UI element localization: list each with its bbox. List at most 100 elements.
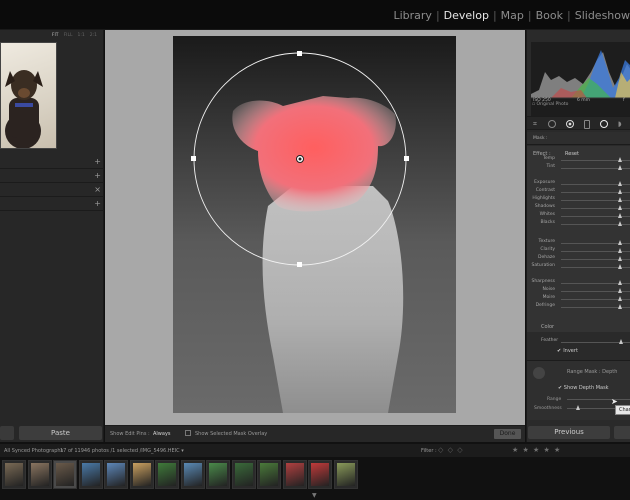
module-library[interactable]: Library <box>389 9 435 22</box>
slider-whites[interactable]: Whites <box>527 212 630 220</box>
filmstrip-thumbnail[interactable] <box>129 460 154 489</box>
slider-exposure[interactable]: Exposure <box>527 180 630 188</box>
slider-thumb[interactable] <box>618 213 622 218</box>
slider-thumb[interactable] <box>618 189 622 194</box>
zoom-2-1-tab[interactable]: 2:1 <box>90 33 97 38</box>
filmstrip-thumbnail[interactable] <box>231 460 256 489</box>
filmstrip-thumbnail[interactable] <box>282 460 307 489</box>
panel-row[interactable]: × <box>0 184 104 197</box>
panel-row[interactable]: + <box>0 170 104 183</box>
filmstrip-source[interactable]: All Synced Photographs <box>4 448 63 454</box>
slider-dehaze[interactable]: Dehaze <box>527 255 630 263</box>
add-icon[interactable]: + <box>94 199 101 208</box>
filmstrip-thumbnail[interactable] <box>257 460 281 489</box>
filmstrip-count[interactable]: 17 of 11946 photos /1 selected /IMG_5496… <box>60 448 184 454</box>
slider-tint[interactable]: Tint <box>527 164 630 172</box>
close-icon[interactable]: × <box>94 185 101 194</box>
filmstrip-collapse-icon[interactable]: ▼ <box>312 492 317 499</box>
module-book[interactable]: Book <box>532 9 567 22</box>
zoom-fill-tab[interactable]: FILL <box>64 33 73 38</box>
filmstrip-thumbnail[interactable] <box>27 460 52 489</box>
paste-button[interactable]: Paste <box>19 426 102 440</box>
smoothness-slider-thumb[interactable] <box>576 405 580 410</box>
module-map[interactable]: Map <box>497 9 528 22</box>
feather-slider-thumb[interactable] <box>619 339 623 344</box>
reset-button[interactable] <box>614 426 630 439</box>
slider-label: Contrast <box>535 188 555 193</box>
graduated-filter-icon[interactable] <box>584 120 590 129</box>
slider-thumb[interactable] <box>618 205 622 210</box>
star-filter-icons[interactable]: ★ ★ ★ ★ ★ <box>512 446 561 454</box>
checkmark-icon: ✔ <box>558 385 563 391</box>
filmstrip-thumbnail[interactable] <box>180 460 205 489</box>
radial-filter-icon[interactable] <box>600 120 608 128</box>
filmstrip-thumbnail[interactable] <box>53 460 77 489</box>
slider-label: Sharpness <box>531 279 555 284</box>
filmstrip-thumbnail[interactable] <box>78 460 103 489</box>
add-icon[interactable]: + <box>94 157 101 166</box>
slider-contrast[interactable]: Contrast <box>527 188 630 196</box>
previous-reset-bar: Previous <box>527 426 630 440</box>
slider-clarity[interactable]: Clarity <box>527 247 630 255</box>
slider-thumb[interactable] <box>618 280 622 285</box>
slider-thumb[interactable] <box>618 256 622 261</box>
range-slider-track[interactable] <box>567 399 630 400</box>
slider-thumb[interactable] <box>618 197 622 202</box>
brush-icon[interactable]: ◗ <box>618 120 626 128</box>
slider-moire[interactable]: Moire <box>527 295 630 303</box>
slider-thumb[interactable] <box>618 157 622 162</box>
slider-thumb[interactable] <box>618 248 622 253</box>
navigator-preview[interactable] <box>0 42 57 149</box>
crop-tool-icon[interactable]: ⌗ <box>533 120 541 128</box>
show-depth-mask-checkbox[interactable]: ✔ Show Depth Mask <box>558 385 609 391</box>
slider-thumb[interactable] <box>618 304 622 309</box>
slider-saturation[interactable]: Saturation <box>527 263 630 271</box>
zoom-fit-tab[interactable]: FIT <box>52 33 59 38</box>
invert-checkbox[interactable]: ✔ Invert <box>557 348 578 354</box>
previous-button[interactable]: Previous <box>528 426 610 439</box>
slider-thumb[interactable] <box>618 181 622 186</box>
slider-texture[interactable]: Texture <box>527 239 630 247</box>
spot-removal-icon[interactable] <box>548 120 556 128</box>
range-mask-color-swatch[interactable] <box>533 367 545 379</box>
red-eye-icon[interactable] <box>566 120 574 128</box>
slider-sharpness[interactable]: Sharpness <box>527 279 630 287</box>
panel-row[interactable]: + <box>0 198 104 211</box>
copy-button[interactable] <box>0 426 14 440</box>
slider-shadows[interactable]: Shadows <box>527 204 630 212</box>
filmstrip-thumbnail[interactable] <box>308 460 332 489</box>
histogram-aperture: f <box>623 98 625 103</box>
slider-defringe[interactable]: Defringe <box>527 303 630 311</box>
thumbnail-image <box>158 463 176 486</box>
photo-depth-mask[interactable] <box>173 36 456 413</box>
original-photo-label[interactable]: ▫ Original Photo <box>532 102 568 107</box>
mask-overlay-checkbox[interactable] <box>185 430 191 436</box>
slider-noise[interactable]: Noise <box>527 287 630 295</box>
slider-thumb[interactable] <box>618 221 622 226</box>
panel-row[interactable]: + <box>0 156 104 169</box>
histogram[interactable]: ISO 250 6 mm f <box>531 42 630 126</box>
slider-thumb[interactable] <box>618 264 622 269</box>
image-canvas[interactable] <box>105 30 525 425</box>
filmstrip-thumbnail[interactable] <box>104 460 128 489</box>
filmstrip-thumbnail[interactable] <box>206 460 230 489</box>
color-label[interactable]: Color <box>541 324 554 330</box>
flag-filter-icons[interactable]: ◇ ◇ ◇ <box>438 446 464 454</box>
slider-thumb[interactable] <box>618 165 622 170</box>
slider-thumb[interactable] <box>618 296 622 301</box>
done-button[interactable]: Done <box>494 429 521 439</box>
slider-thumb[interactable] <box>618 288 622 293</box>
slider-blacks[interactable]: Blacks <box>527 220 630 228</box>
zoom-1-1-tab[interactable]: 1:1 <box>78 33 85 38</box>
slider-highlights[interactable]: Highlights <box>527 196 630 204</box>
module-slideshow[interactable]: Slideshow <box>571 9 630 22</box>
filmstrip-thumbnail[interactable] <box>2 460 26 489</box>
filmstrip-thumbnail[interactable] <box>333 460 358 489</box>
slider-thumb[interactable] <box>618 240 622 245</box>
module-develop[interactable]: Develop <box>440 9 493 22</box>
filmstrip-thumbnail[interactable] <box>155 460 179 489</box>
edit-pins-select[interactable]: Always <box>153 431 171 437</box>
slider-temp[interactable]: Temp <box>527 156 630 164</box>
add-icon[interactable]: + <box>94 171 101 180</box>
range-mask-select[interactable]: Range Mask : Depth <box>567 369 617 375</box>
